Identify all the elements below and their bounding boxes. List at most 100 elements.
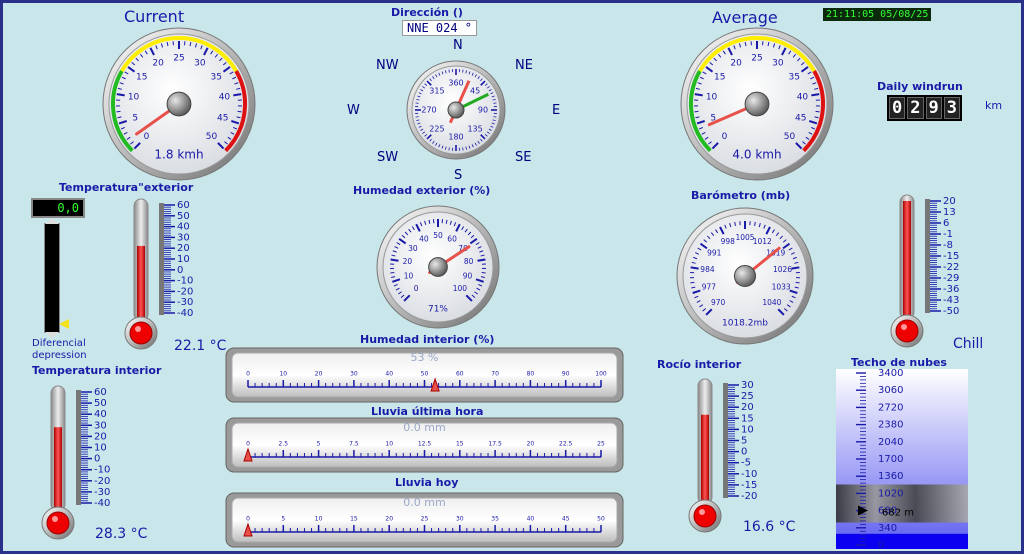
wind-current-gauge-tick-label: 40 (219, 92, 231, 102)
dew-interior-thermometer-scale-label: 5 (741, 436, 747, 447)
compass-minor-tick (493, 102, 497, 104)
cloudbase-ground (836, 533, 968, 549)
cloudbase-panel: 3400306027202380204017001360102068034006… (836, 368, 968, 551)
humidity-indoor-bar-tick-label: 70 (491, 371, 499, 378)
wind-average-gauge-major-tick (811, 93, 820, 97)
wind-average-gauge-tick-label: 35 (788, 72, 799, 82)
temp-interior-thermometer-scale-label: 10 (94, 443, 107, 454)
cloudbase-value-text: 682 m (882, 507, 914, 518)
cloudbase-scale-label: 1360 (878, 471, 903, 482)
barometer-gauge-tick-label: 991 (707, 249, 722, 258)
temp-interior-thermometer-mercury (54, 427, 62, 517)
chill-thermometer: 20136-1-8-15-22-29-36-43-50 (890, 194, 959, 348)
compass-tick-label: 270 (421, 106, 436, 115)
cloudbase-scale-label: 2380 (878, 420, 903, 431)
temp-exterior-thermometer-scale-label: 50 (177, 211, 190, 222)
temp-exterior-thermometer-scale-label: -30 (177, 297, 193, 308)
rain-hour-bar-tick-label: 12.5 (418, 441, 432, 448)
humidity-indoor-bar: 53 % 0 10 20 30 40 50 60 70 80 90 100 (225, 347, 624, 403)
wind-average-gauge-hub (744, 91, 770, 117)
humidity-indoor-bar-tick-label: 50 (421, 371, 429, 378)
cloudbase-scale-label: 340 (878, 523, 897, 534)
wind-current-gauge-tick-label: 20 (152, 59, 164, 69)
rain-hour-bar-tick-label: 10 (385, 441, 393, 448)
barometer-gauge-tick-label: 1033 (772, 283, 791, 292)
humidity-indoor-bar-tick-label: 10 (279, 371, 287, 378)
temp-exterior-thermometer-scale-label: -40 (177, 308, 193, 319)
dew-interior-thermometer-scale-label: 30 (741, 380, 754, 391)
rain-today-bar-tick-label: 35 (491, 516, 499, 523)
wind-current-gauge-tick-label: 45 (217, 114, 228, 124)
wind-current-gauge-value-text: 1.8 kmh (154, 148, 203, 162)
humidity-outdoor-gauge-tick-label: 50 (433, 231, 443, 240)
temp-interior-thermometer-scale-label: 40 (94, 409, 107, 420)
temp-exterior-thermometer-scale-label: 30 (177, 232, 190, 243)
chill-thermometer-scale-rail (925, 199, 930, 313)
temp-exterior-thermometer-bulb (129, 321, 153, 345)
chill-thermometer-scale-label: -15 (943, 251, 959, 262)
cloudbase-scale-label: 1020 (878, 488, 903, 499)
temp-exterior-thermometer-bulb-highlight (135, 326, 141, 332)
humidity-outdoor-gauge-major-tick (477, 258, 486, 262)
wind-direction-compass: 360 45 90 135 180 225 270 315 (406, 60, 506, 160)
dew-interior-thermometer-scale-rail (723, 383, 728, 498)
temp-interior-thermometer-bulb (46, 511, 70, 535)
dew-interior-thermometer-scale-label: 25 (741, 391, 754, 402)
barometer-gauge-minor-tick (795, 281, 800, 284)
temp-exterior-thermometer: 6050403020100-10-20-30-40 (124, 198, 193, 350)
compass-minor-tick (415, 116, 419, 118)
barometer-gauge: 970977984991998 1005101210191026103310401… (676, 207, 814, 345)
rain-today-bar-tick-label: 5 (281, 516, 285, 523)
dew-interior-thermometer-scale-label: 20 (741, 402, 754, 413)
humidity-outdoor-gauge-value-text: 71% (428, 305, 448, 315)
wind-current-gauge-tick-label: 25 (173, 54, 184, 64)
temp-exterior-thermometer-scale-label: 40 (177, 222, 190, 233)
cloudbase-scale-label: 2720 (878, 402, 903, 413)
gauges-layer: 051015202530354045501.8 kmh0510152025303… (41, 27, 968, 551)
rain-today-bar: 0.0 mm 0 5 10 15 20 25 30 35 40 45 50 (225, 492, 624, 548)
barometer-gauge-minor-tick (690, 281, 695, 284)
wind-current-gauge-tick-label: 10 (128, 92, 140, 102)
chill-thermometer-scale-label: -8 (943, 240, 953, 251)
wind-average-gauge-minor-tick (815, 110, 820, 113)
humidity-outdoor-gauge: 010203040 50 6070809010071% (376, 205, 500, 329)
wind-average-gauge-tick-label: 15 (714, 72, 725, 82)
chill-thermometer-scale-label: 20 (943, 196, 956, 207)
humidity-outdoor-gauge-tick-label: 60 (447, 234, 457, 243)
rain-hour-bar: 0.0 mm 0 2.5 5 7.5 10 12.5 15 17.5 20 22.5 25 (225, 417, 624, 473)
barometer-gauge-major-tick (690, 266, 699, 270)
compass-minor-tick (448, 69, 450, 73)
wind-average-gauge: 051015202530354045504.0 kmh (680, 27, 834, 181)
temp-interior-thermometer-scale-label: 0 (94, 454, 100, 465)
chill-thermometer-scale-label: -36 (943, 284, 959, 295)
humidity-indoor-bar-tick-label: 90 (562, 371, 570, 378)
rain-hour-bar-value-text: 0.0 mm (403, 421, 445, 434)
humidity-outdoor-gauge-tick-label: 90 (463, 272, 473, 281)
temp-interior-thermometer-scale-label: 20 (94, 431, 107, 442)
dew-interior-thermometer-bulb-highlight (699, 509, 705, 515)
dew-interior-thermometer-scale-label: -20 (741, 491, 757, 502)
wind-average-gauge-tick-label: 45 (795, 114, 806, 124)
wind-current-gauge-hub (166, 91, 192, 117)
humidity-outdoor-gauge-minor-tick (390, 272, 395, 274)
compass-minor-tick (462, 69, 464, 73)
humidity-outdoor-gauge-tick-label: 100 (453, 284, 468, 293)
barometer-gauge-tick-label: 1040 (762, 298, 781, 307)
temp-interior-thermometer-scale-label: 50 (94, 398, 107, 409)
barometer-gauge-tick-label: 984 (700, 265, 715, 274)
barometer-gauge-tick-label: 1012 (753, 237, 772, 246)
barometer-gauge-tick-label: 970 (711, 298, 726, 307)
humidity-indoor-bar-tick-label: 80 (527, 371, 535, 378)
compass-hub (447, 101, 465, 119)
rain-hour-bar-tick-label: 0 (246, 441, 250, 448)
temp-interior-thermometer-scale-label: -30 (94, 487, 110, 498)
chill-thermometer-scale-label: -29 (943, 273, 959, 284)
temp-interior-thermometer-scale-label: -20 (94, 476, 110, 487)
compass-tick-label: 360 (448, 79, 463, 88)
wind-average-gauge-tick-label: 10 (706, 92, 718, 102)
humidity-indoor-bar-tick-label: 0 (246, 371, 250, 378)
barometer-gauge-tick-label: 998 (721, 237, 736, 246)
cloudbase-scale-label: 3400 (878, 368, 903, 379)
barometer-gauge-major-tick (791, 266, 800, 270)
dew-interior-thermometer-bulb (693, 504, 717, 528)
